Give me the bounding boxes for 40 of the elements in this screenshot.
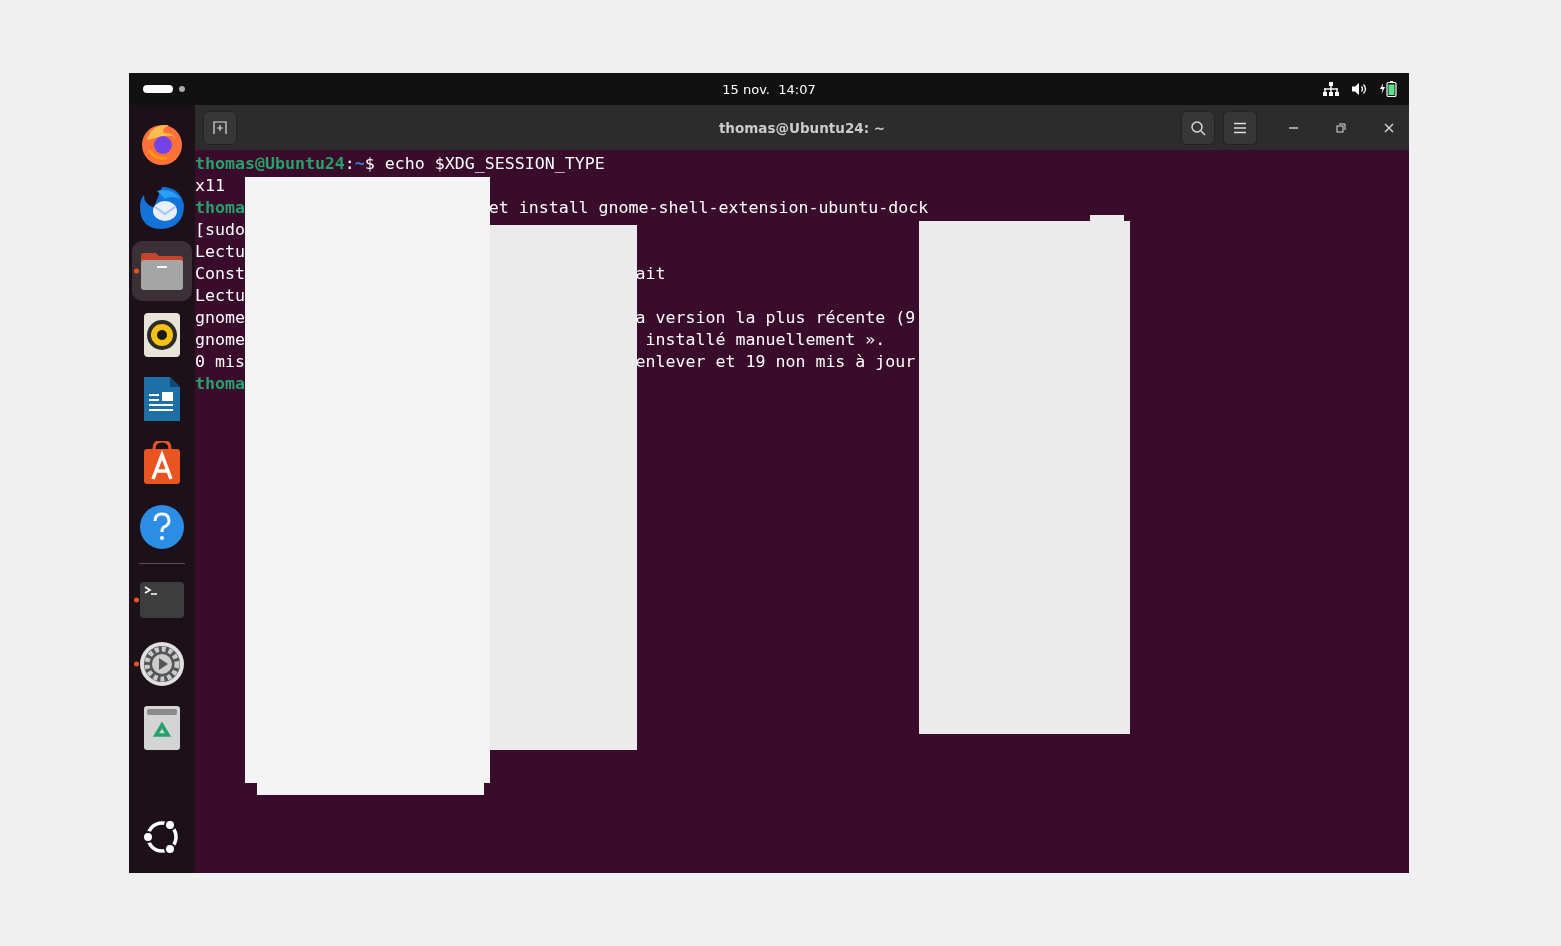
new-tab-icon <box>213 120 227 135</box>
network-icon[interactable] <box>1323 82 1339 96</box>
terminal-text: gnome <box>195 308 245 327</box>
terminal-text: et install gnome-shell-extension-ubuntu-dock <box>488 197 929 219</box>
terminal-text: x11 <box>195 176 225 195</box>
terminal-text: Const <box>195 264 245 283</box>
terminal-text: enlever et 19 non mis à jour <box>635 351 916 373</box>
terminal-text: installé manuellement ». <box>645 329 886 351</box>
terminal-text: Lectu <box>195 242 245 261</box>
terminal-text: gnome <box>195 330 245 349</box>
menu-button[interactable] <box>1223 110 1257 145</box>
window-title: thomas@Ubuntu24: ~ <box>718 119 886 136</box>
terminal-text: thoma <box>195 374 245 393</box>
restore-icon <box>1336 122 1346 133</box>
document-icon <box>143 376 181 422</box>
settings-icon <box>139 641 185 687</box>
terminal-text: ait <box>635 263 666 285</box>
speaker-icon <box>143 312 181 358</box>
close-icon <box>1384 122 1394 133</box>
volume-icon[interactable] <box>1351 82 1367 96</box>
terminal-text: thoma <box>195 198 245 217</box>
search-icon <box>1190 119 1206 136</box>
terminal-icon <box>139 581 185 619</box>
terminal-text: a version la plus récente (9 <box>635 307 916 329</box>
clock[interactable]: 15 nov. 14:07 <box>722 81 816 97</box>
new-tab-button[interactable] <box>203 110 237 145</box>
dock-item[interactable] <box>132 241 192 301</box>
help-icon <box>139 504 185 550</box>
activities-indicator[interactable] <box>143 85 185 93</box>
terminal-text: 0 mis <box>195 352 245 371</box>
shopping-bag-icon <box>143 441 181 485</box>
terminal-text: thomas@Ubuntu24:~$ echo $XDG_SESSION_TYPE <box>195 154 605 173</box>
minimize-icon <box>1288 126 1298 129</box>
terminal-text: Lectu <box>195 286 245 305</box>
search-button[interactable] <box>1181 110 1215 145</box>
terminal-text: [sudo <box>195 220 245 239</box>
folder-icon <box>139 250 185 292</box>
battery-icon[interactable] <box>1379 81 1397 97</box>
recycle-bin-icon <box>143 705 181 751</box>
menu-icon <box>1233 121 1247 134</box>
